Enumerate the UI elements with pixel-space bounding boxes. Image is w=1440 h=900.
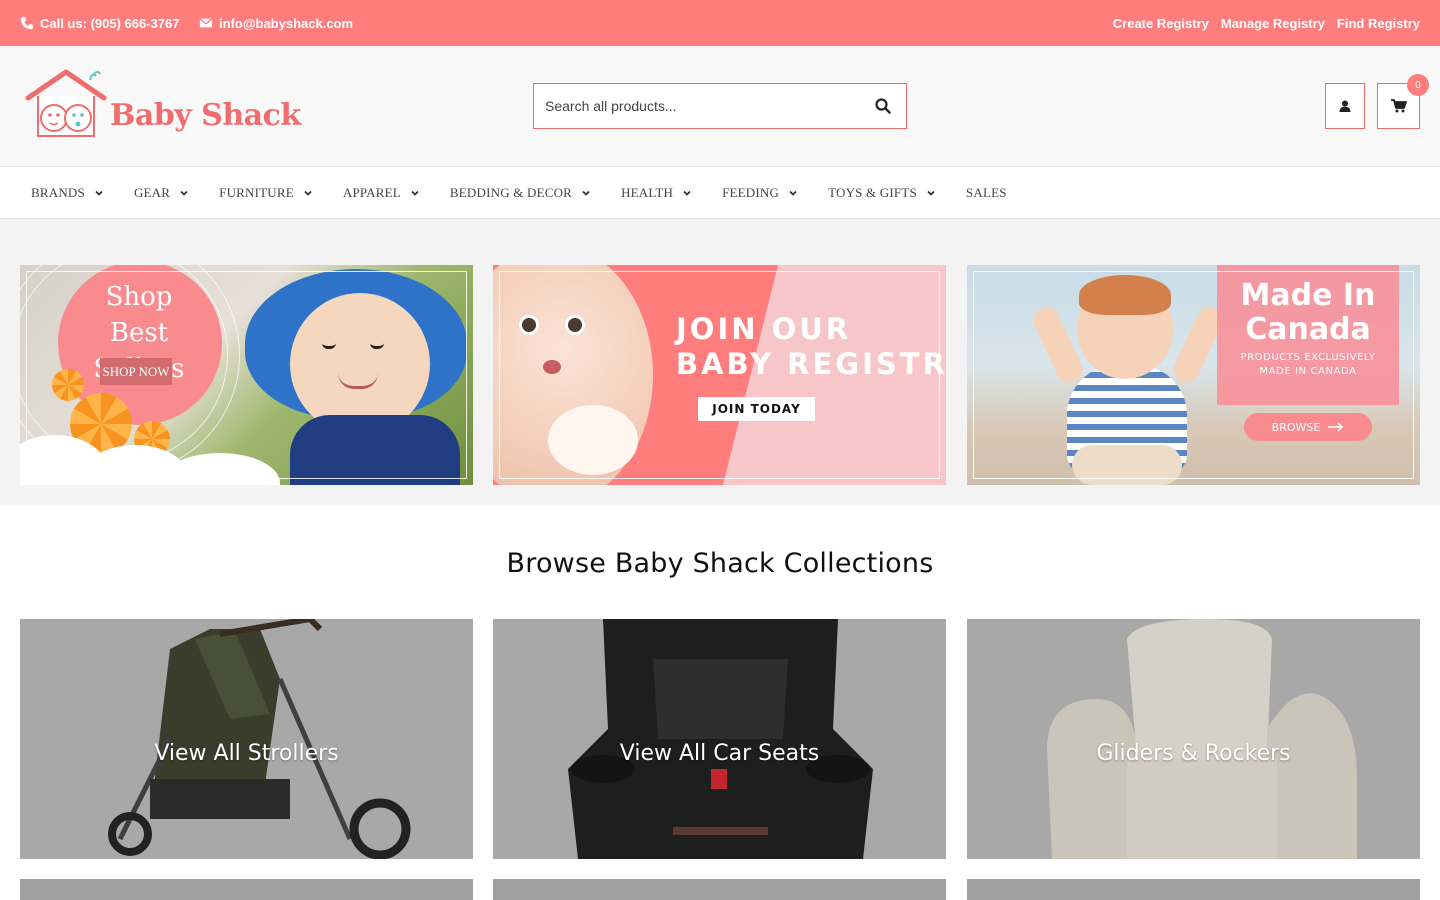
account-button[interactable] [1325,83,1365,129]
search-box [533,83,907,129]
nav-label: APPAREL [342,185,401,200]
child-legs [1072,445,1182,485]
top-bar: Call us: (905) 666-3767 info@babyshack.c… [0,0,1440,46]
logo-text: Baby Shack [110,98,301,133]
search-input[interactable] [534,84,854,128]
email-contact[interactable]: info@babyshack.com [199,0,353,46]
chevron-down-icon [95,190,103,196]
phone-contact[interactable]: Call us: (905) 666-3767 [20,0,179,46]
banner-subtitle: PRODUCTS EXCLUSIVELY MADE IN CANADA [1240,352,1376,377]
banner-title-line: JOIN OUR [676,312,852,346]
nav-item-furniture[interactable]: FURNITURE [219,185,312,201]
nav-item-sales[interactable]: SALES [966,185,1007,201]
phone-label: Call us: (905) 666-3767 [40,15,180,31]
nav-item-bedding-decor[interactable]: BEDDING & DECOR [450,185,590,201]
banner-title-line: Canada [1245,312,1371,347]
join-today-button[interactable]: JOIN TODAY [698,397,815,421]
registry-banner[interactable]: JOIN OUR BABY REGISTRY JOIN TODAY [493,265,946,485]
search-icon [875,98,891,114]
banner-title: JOIN OUR BABY REGISTRY [676,312,946,382]
nav-label: BRANDS [31,185,85,200]
child-hair [1079,275,1171,315]
baby-blanket [548,405,638,475]
baby-eye [565,315,585,335]
promo-banners: Shop Best Sellers SHOP NOW JOIN OUR BABY… [0,219,1440,505]
nav-label: BEDDING & DECOR [449,185,573,200]
create-registry-link[interactable]: Create Registry [1113,16,1209,31]
nav-item-gear[interactable]: GEAR [134,185,188,201]
chevron-down-icon [180,190,188,196]
car-seats-collection-card[interactable]: View All Car Seats [493,619,946,859]
email-label: info@babyshack.com [219,15,354,31]
baby-face-image [290,293,430,435]
nav-label: SALES [965,185,1007,200]
nav-item-apparel[interactable]: APPAREL [343,185,419,201]
chevron-down-icon [789,190,797,196]
logo[interactable]: Baby Shack [24,68,304,144]
nav-item-brands[interactable]: BRANDS [31,185,103,201]
baby-mouth [543,360,561,374]
arrow-right-icon [1328,422,1344,432]
nav-item-health[interactable]: HEALTH [621,185,691,201]
strollers-collection-card[interactable]: View All Strollers [20,619,473,859]
gliders-collection-card[interactable]: Gliders & Rockers [967,619,1420,859]
chevron-down-icon [927,190,935,196]
banner-title-line: Made In [1240,278,1376,313]
find-registry-link[interactable]: Find Registry [1337,16,1420,31]
card-label: View All Strollers [154,740,339,766]
baby-body-image [290,415,460,485]
cart-count-badge: 0 [1407,74,1429,96]
envelope-icon [199,18,213,28]
nav-label: TOYS & GIFTS [828,185,917,200]
house-logo-icon [25,69,107,137]
banner-title: Made In Canada [1217,279,1399,347]
shop-now-button[interactable]: SHOP NOW [100,358,172,385]
best-sellers-banner[interactable]: Shop Best Sellers SHOP NOW [20,265,473,485]
nav-label: GEAR [133,185,171,200]
nav-label: HEALTH [621,185,674,200]
card-label: View All Car Seats [619,740,820,766]
cart-button[interactable]: 0 [1377,74,1429,129]
registry-links: Create Registry Manage Registry Find Reg… [1113,0,1420,46]
collections-heading: Browse Baby Shack Collections [506,548,934,579]
phone-icon [20,16,34,30]
user-icon [1339,100,1351,112]
header: Baby Shack 0 [0,46,1440,167]
banner-title-line: BABY REGISTRY [676,347,946,381]
collection-card[interactable] [967,879,1420,900]
nav-label: FEEDING [722,185,780,200]
browse-label: BROWSE [1271,420,1321,434]
collection-card[interactable] [20,879,473,900]
main-nav: BRANDS GEAR FURNITURE APPAREL BEDDING & … [0,167,1440,219]
nav-item-toys-gifts[interactable]: TOYS & GIFTS [828,185,935,201]
nav-label: FURNITURE [219,185,294,200]
chevron-down-icon [582,190,590,196]
browse-button[interactable]: BROWSE [1244,413,1372,441]
nav-item-feeding[interactable]: FEEDING [722,185,797,201]
card-label: Gliders & Rockers [1096,740,1291,766]
manage-registry-link[interactable]: Manage Registry [1221,16,1325,31]
cart-icon [1390,99,1407,113]
baby-eye [519,315,539,335]
collection-card[interactable] [493,879,946,900]
chevron-down-icon [411,190,419,196]
made-in-canada-banner[interactable]: Made In Canada PRODUCTS EXCLUSIVELY MADE… [967,265,1420,485]
chevron-down-icon [304,190,312,196]
chevron-down-icon [683,190,691,196]
search-button[interactable] [860,84,906,128]
